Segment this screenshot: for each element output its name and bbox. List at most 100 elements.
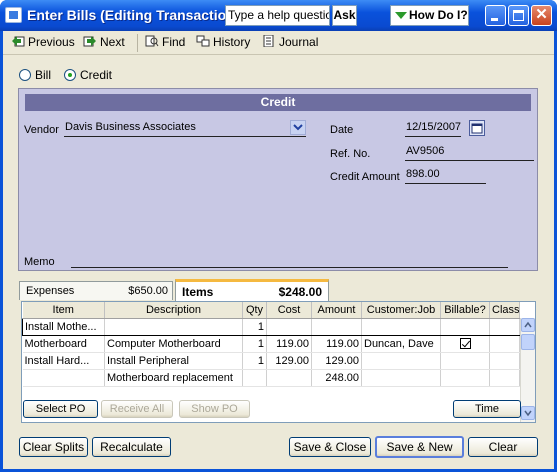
bill-radio[interactable]: Bill — [19, 68, 51, 82]
find-button[interactable]: Find — [145, 35, 185, 49]
amount-cell[interactable] — [311, 317, 362, 336]
window-title: Enter Bills (Editing Transaction... — [27, 7, 247, 23]
column-header[interactable]: Amount — [311, 302, 362, 319]
table-row[interactable]: Install Hard... Install Peripheral 1 129… — [22, 352, 520, 370]
scroll-up-button[interactable] — [521, 318, 535, 332]
column-header[interactable]: Cost — [266, 302, 312, 319]
billable-cell[interactable] — [440, 335, 490, 353]
class-cell[interactable] — [489, 352, 520, 370]
qty-cell[interactable]: 1 — [242, 352, 267, 370]
clear-button[interactable]: Clear — [468, 437, 538, 457]
billable-checkbox[interactable] — [459, 338, 471, 350]
item-cell[interactable] — [22, 369, 105, 387]
vendor-dropdown-button[interactable] — [290, 120, 306, 135]
close-icon: ✕ — [535, 6, 548, 23]
calendar-button[interactable] — [469, 120, 485, 136]
grid-scrollbar[interactable] — [520, 318, 535, 422]
amount-cell[interactable]: 129.00 — [311, 352, 362, 370]
class-cell[interactable] — [489, 317, 520, 336]
how-do-i-button[interactable]: How Do I? — [390, 5, 469, 26]
column-header[interactable]: Item — [22, 302, 105, 319]
date-label: Date — [330, 124, 354, 136]
memo-field[interactable] — [71, 254, 508, 268]
journal-label: Journal — [279, 35, 319, 49]
journal-button[interactable]: Journal — [262, 34, 319, 49]
time-button[interactable]: Time — [453, 400, 521, 418]
cost-cell[interactable] — [266, 317, 312, 336]
billable-cell[interactable] — [440, 317, 490, 336]
maximize-icon — [513, 10, 524, 21]
arrow-left-icon — [11, 35, 25, 47]
customer-job-cell[interactable] — [361, 317, 441, 336]
qty-cell[interactable]: 1 — [242, 335, 267, 353]
vendor-field[interactable]: Davis Business Associates — [64, 121, 306, 137]
date-field[interactable]: 12/15/2007 — [405, 121, 461, 137]
ref-no-field[interactable]: AV9506 — [405, 145, 534, 161]
scroll-down-button[interactable] — [521, 406, 535, 420]
close-button[interactable]: ✕ — [531, 5, 552, 26]
chevron-down-icon — [524, 410, 532, 417]
scroll-thumb[interactable] — [521, 334, 535, 350]
table-row[interactable]: Motherboard Computer Motherboard 1 119.0… — [22, 335, 520, 353]
customer-job-cell[interactable] — [361, 369, 441, 387]
journal-icon — [262, 34, 276, 48]
billable-cell[interactable] — [440, 369, 490, 387]
bill-radio-circle — [19, 69, 31, 81]
minimize-icon — [491, 18, 498, 21]
receive-all-button[interactable]: Receive All — [101, 400, 173, 418]
qty-cell[interactable] — [242, 369, 267, 387]
how-do-i-label: How Do I? — [409, 8, 468, 22]
class-cell[interactable] — [489, 369, 520, 387]
description-cell[interactable] — [104, 317, 243, 336]
credit-radio[interactable]: Credit — [64, 68, 112, 82]
amount-cell[interactable]: 119.00 — [311, 335, 362, 353]
history-button[interactable]: History — [196, 35, 250, 49]
toolbar: Previous Next Find History Journal — [3, 31, 554, 55]
vendor-label: Vendor — [24, 124, 59, 136]
cost-cell[interactable] — [266, 369, 312, 387]
description-cell[interactable]: Motherboard replacement — [104, 369, 243, 387]
title-bar[interactable]: Enter Bills (Editing Transaction... Type… — [0, 0, 557, 31]
expenses-tab-amount: $650.00 — [128, 285, 168, 297]
qty-cell[interactable]: 1 — [242, 317, 267, 336]
show-po-button[interactable]: Show PO — [179, 400, 250, 418]
description-cell[interactable]: Computer Motherboard — [104, 335, 243, 353]
customer-job-cell[interactable]: Duncan, Dave — [361, 335, 441, 353]
item-cell[interactable]: Install Mothe... — [22, 317, 105, 336]
table-header-row: Item Description Qty Cost Amount Custome… — [22, 302, 520, 319]
tab-expenses[interactable]: Expenses $650.00 — [19, 281, 173, 300]
previous-button[interactable]: Previous — [11, 35, 75, 49]
recalculate-button[interactable]: Recalculate — [92, 437, 171, 457]
column-header[interactable]: Class — [489, 302, 520, 319]
minimize-button[interactable] — [485, 5, 506, 26]
dropdown-arrow-icon — [395, 12, 407, 19]
description-cell[interactable]: Install Peripheral — [104, 352, 243, 370]
credit-amount-field[interactable]: 898.00 — [405, 168, 486, 184]
table-row[interactable]: Install Mothe... 1 — [22, 317, 520, 336]
ask-button[interactable]: Ask — [332, 5, 357, 26]
credit-radio-circle — [64, 69, 76, 81]
item-cell[interactable]: Motherboard — [22, 335, 105, 353]
column-header[interactable]: Customer:Job — [361, 302, 441, 319]
maximize-button[interactable] — [508, 5, 529, 26]
billable-cell[interactable] — [440, 352, 490, 370]
class-cell[interactable] — [489, 335, 520, 353]
column-header[interactable]: Qty — [242, 302, 267, 319]
select-po-button[interactable]: Select PO — [23, 400, 98, 418]
item-cell[interactable]: Install Hard... — [22, 352, 105, 370]
column-header[interactable]: Billable? — [440, 302, 490, 319]
previous-label: Previous — [28, 35, 75, 49]
help-question-input[interactable]: Type a help question — [225, 5, 330, 26]
clear-splits-button[interactable]: Clear Splits — [19, 437, 88, 457]
tab-items[interactable]: Items $248.00 — [175, 279, 329, 301]
next-button[interactable]: Next — [83, 35, 125, 49]
customer-job-cell[interactable] — [361, 352, 441, 370]
ref-no-label: Ref. No. — [330, 148, 371, 160]
cost-cell[interactable]: 129.00 — [266, 352, 312, 370]
save-close-button[interactable]: Save & Close — [289, 437, 371, 457]
column-header[interactable]: Description — [104, 302, 243, 319]
table-row[interactable]: Motherboard replacement 248.00 — [22, 369, 520, 387]
amount-cell[interactable]: 248.00 — [311, 369, 362, 387]
cost-cell[interactable]: 119.00 — [266, 335, 312, 353]
save-new-button[interactable]: Save & New — [375, 436, 464, 458]
